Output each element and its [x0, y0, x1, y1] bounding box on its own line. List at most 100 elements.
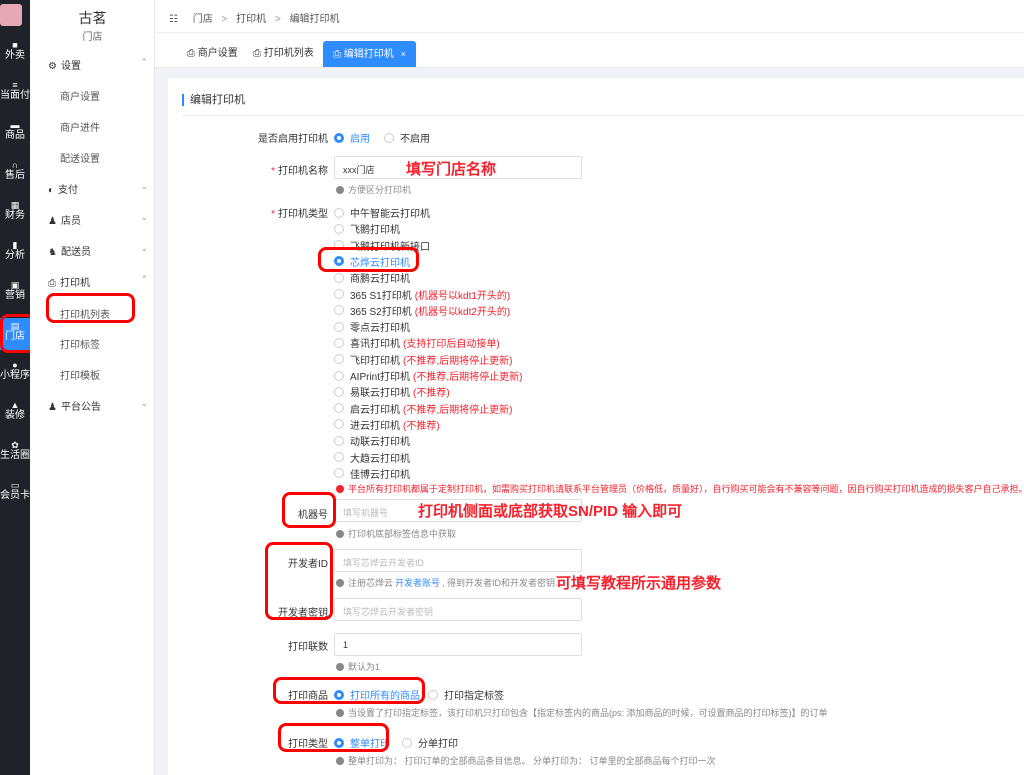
printer-type-option[interactable]: 喜讯打印机 (支持打印后自动接单)	[334, 335, 500, 350]
rail-item-miniapp[interactable]: ● 小程序	[0, 360, 30, 382]
printer-type-option[interactable]: AIPrint打印机 (不推荐,后期将停止更新)	[334, 368, 522, 383]
notice-icon: ♟	[48, 402, 57, 413]
printer-type-option[interactable]: 中午智能云打印机	[334, 205, 430, 220]
app-logo[interactable]	[0, 4, 22, 26]
goods-icon: ▬	[10, 120, 20, 130]
radio-dot	[334, 386, 344, 397]
radio-dot	[334, 223, 344, 234]
radio-dot	[334, 207, 344, 218]
breadcrumb-current: 编辑打印机	[289, 14, 340, 25]
rail-item-lifecircle[interactable]: ✿ 生活圈	[0, 440, 30, 462]
breadcrumb: ☷ 门店 > 打印机 > 编辑打印机	[169, 14, 340, 25]
sidebar-group-payment[interactable]: ◐ 支付 ⌄	[48, 181, 148, 196]
chevron-up-icon: ⌃	[140, 57, 148, 67]
printer-type-name: 中午智能云打印机	[350, 209, 430, 220]
printer-type-name: 365 S2打印机	[350, 306, 412, 318]
printer-type-option[interactable]: 启云打印机 (不推荐,后期将停止更新)	[334, 401, 512, 416]
copies-input[interactable]: 1	[334, 633, 582, 656]
pay-icon: ≡	[12, 80, 18, 90]
courier-icon: ♞	[48, 247, 57, 258]
tab-merchant-settings[interactable]: ⎙ 商户设置	[177, 41, 248, 67]
rail-item-pay[interactable]: ≡ 当面付	[0, 80, 30, 102]
tab-edit-printer[interactable]: ⎙ 编辑打印机 ×	[323, 41, 416, 67]
rail-item-finance[interactable]: ▦ 财务	[0, 200, 30, 222]
printer-type-option[interactable]: 零点云打印机	[334, 319, 410, 334]
dev-hint: 注册芯烨云 开发者账号, 得到开发者ID和开发者密钥.	[336, 576, 558, 589]
printer-icon: ⎙	[333, 49, 344, 60]
dev-id-input[interactable]: 填写芯烨云开发者ID	[334, 549, 582, 572]
sidebar-group-courier[interactable]: ♞ 配送员 ⌄	[48, 243, 148, 258]
printer-type-note: (支持打印后自动接单)	[403, 339, 500, 351]
printer-type-name: 佳博云打印机	[350, 469, 410, 481]
sidebar-item-merchant-onboarding[interactable]: 商户进件	[60, 119, 100, 134]
printer-type-name: 零点云打印机	[350, 323, 410, 335]
printer-type-note: (不推荐)	[413, 388, 450, 400]
highlight-box-dev	[265, 542, 333, 620]
printer-type-option[interactable]: 动联云打印机	[334, 433, 410, 448]
printer-type-name: 365 S1打印机	[350, 290, 412, 302]
printer-type-option[interactable]: 商鹏云打印机	[334, 270, 410, 285]
close-icon[interactable]: ×	[401, 49, 406, 59]
sidebar-group-settings[interactable]: ⚙ 设置 ⌃	[48, 57, 148, 72]
sidebar-group-printer[interactable]: ⎙ 打印机 ⌃	[48, 274, 148, 289]
rail-item-membercard[interactable]: ▭ 会员卡	[0, 480, 30, 502]
rail-item-decorate[interactable]: ▲ 装修	[0, 400, 30, 422]
sidebar-group-staff[interactable]: ♟ 店员 ⌄	[48, 212, 148, 227]
rail-item-takeaway[interactable]: ■ 外卖	[0, 40, 30, 62]
pay-icon: ◐	[48, 185, 55, 196]
radio-dot	[334, 435, 344, 446]
chevron-down-icon: ⌄	[140, 181, 148, 191]
printer-name-hint: 方便区分打印机	[336, 183, 411, 196]
sn-hint: 打印机底部标签信息中获取	[336, 527, 456, 540]
copies-label: 打印联数	[288, 642, 328, 653]
breadcrumb-store[interactable]: 门店	[193, 14, 213, 25]
menu-collapse-icon[interactable]: ☷	[169, 14, 178, 25]
rail-item-analysis[interactable]: ▮ 分析	[0, 240, 30, 262]
printer-type-option[interactable]: 佳博云打印机	[334, 466, 410, 481]
rail-item-goods[interactable]: ▬ 商品	[0, 120, 30, 142]
rail-item-aftersale[interactable]: ∩ 售后	[0, 160, 30, 182]
printer-type-label: * 打印机类型	[271, 209, 328, 220]
print-goods-hint: 当设置了打印指定标签，该打印机只打印包含【指定标签内的商品(ps: 添加商品的时…	[336, 706, 828, 719]
enable-off-radio[interactable]: 不启用	[384, 130, 430, 145]
printer-type-name: 易联云打印机	[350, 388, 410, 400]
print-split-radio[interactable]: 分单打印	[402, 735, 458, 750]
developer-account-link[interactable]: 开发者账号	[395, 576, 440, 589]
printer-type-option[interactable]: 飞印打印机 (不推荐,后期将停止更新)	[334, 352, 512, 367]
bag-icon: ■	[12, 40, 18, 50]
printer-type-name: 喜讯打印机	[350, 339, 400, 351]
rail-item-marketing[interactable]: ▣ 营销	[0, 280, 30, 302]
chevron-down-icon: ⌄	[140, 243, 148, 253]
highlight-box-xinye	[318, 247, 419, 272]
chevron-down-icon: ⌄	[140, 212, 148, 222]
edit-printer-form: 编辑打印机 是否启用打印机 启用 不启用 * 打印机名称 xxx门店 方便区分打印…	[168, 78, 1024, 775]
printer-type-option[interactable]: 飞鹅打印机	[334, 221, 400, 236]
printer-type-name: 动联云打印机	[350, 437, 410, 449]
decorate-icon: ▲	[10, 400, 20, 410]
printer-type-option[interactable]: 365 S2打印机 (机器号以kdt2开头的)	[334, 303, 510, 318]
card-icon: ▭	[10, 480, 20, 490]
sidebar-group-announcements[interactable]: ♟ 平台公告 ⌄	[48, 398, 148, 413]
breadcrumb-printer[interactable]: 打印机	[236, 14, 266, 25]
info-icon	[336, 708, 344, 717]
printer-type-option[interactable]: 365 S1打印机 (机器号以kdt1开头的)	[334, 287, 510, 302]
info-icon	[336, 185, 344, 194]
gear-icon: ⚙	[48, 61, 57, 72]
printer-type-note: (不推荐,后期将停止更新)	[403, 355, 513, 367]
dev-key-input[interactable]: 填写芯烨云开发者密钥	[334, 598, 582, 621]
printer-type-option[interactable]: 进云打印机 (不推荐)	[334, 417, 440, 432]
printer-type-option[interactable]: 大趋云打印机	[334, 450, 410, 465]
sidebar-item-print-labels[interactable]: 打印标签	[60, 336, 100, 351]
printer-type-warning: 平台所有打印机都属于定制打印机，如需购买打印机请联系平台管理员（价格低，质量好）…	[336, 482, 1024, 495]
sidebar-item-merchant-settings[interactable]: 商户设置	[60, 88, 100, 103]
chart-icon: ▮	[12, 240, 18, 250]
printer-icon: ⎙	[187, 48, 198, 59]
shop-name: 古茗	[78, 10, 107, 26]
top-bar: ☷ 门店 > 打印机 > 编辑打印机	[155, 0, 1024, 33]
sidebar-item-delivery-settings[interactable]: 配送设置	[60, 150, 100, 165]
enable-on-radio[interactable]: 启用	[334, 130, 370, 145]
printer-type-option[interactable]: 易联云打印机 (不推荐)	[334, 384, 450, 399]
print-tag-goods-radio[interactable]: 打印指定标签	[428, 687, 504, 702]
sidebar-item-print-templates[interactable]: 打印模板	[60, 367, 100, 382]
tab-printer-list[interactable]: ⎙ 打印机列表	[243, 41, 324, 67]
